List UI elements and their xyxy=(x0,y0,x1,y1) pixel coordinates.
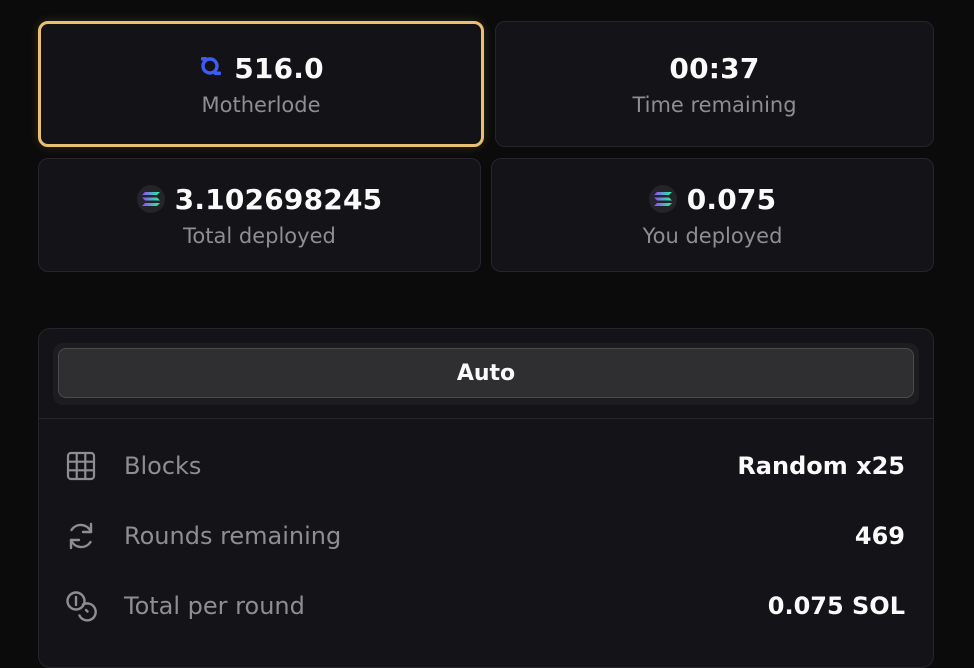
you-deployed-card: 0.075 You deployed xyxy=(491,158,934,272)
divider xyxy=(39,418,933,419)
blocks-label: Blocks xyxy=(124,452,202,480)
sol-icon xyxy=(648,185,677,213)
blocks-row[interactable]: Blocks Random x25 xyxy=(65,446,905,486)
total-per-round-value[interactable]: 0.075 SOL xyxy=(768,592,905,620)
sol-icon xyxy=(136,185,165,213)
rounds-remaining-value[interactable]: 469 xyxy=(855,522,905,550)
time-remaining-card: 00:37 Time remaining xyxy=(495,21,934,147)
total-per-round-label: Total per round xyxy=(124,592,305,620)
mode-selector: Auto xyxy=(53,343,919,405)
motherlode-card: 516.0 Motherlode xyxy=(38,21,484,147)
total-deployed-card: 3.102698245 Total deployed xyxy=(38,158,481,272)
motherlode-label: Motherlode xyxy=(201,92,321,117)
time-remaining-value: 00:37 xyxy=(669,51,760,85)
ore-icon xyxy=(198,53,224,83)
time-remaining-label: Time remaining xyxy=(632,92,797,117)
you-deployed-value: 0.075 xyxy=(686,182,777,216)
auto-mode-button[interactable]: Auto xyxy=(58,348,914,398)
total-deployed-value: 3.102698245 xyxy=(174,182,383,216)
coins-icon xyxy=(65,590,97,622)
refresh-icon xyxy=(65,520,97,552)
blocks-value[interactable]: Random x25 xyxy=(737,452,905,480)
grid-icon xyxy=(65,450,97,482)
motherlode-value: 516.0 xyxy=(234,51,324,85)
rounds-remaining-label: Rounds remaining xyxy=(124,522,342,550)
you-deployed-label: You deployed xyxy=(642,223,783,248)
auto-deploy-panel: Auto Blocks Random x25 Rounds remaining xyxy=(38,328,934,668)
total-per-round-row[interactable]: Total per round 0.075 SOL xyxy=(65,586,905,626)
total-deployed-label: Total deployed xyxy=(183,223,336,248)
rounds-remaining-row[interactable]: Rounds remaining 469 xyxy=(65,516,905,556)
